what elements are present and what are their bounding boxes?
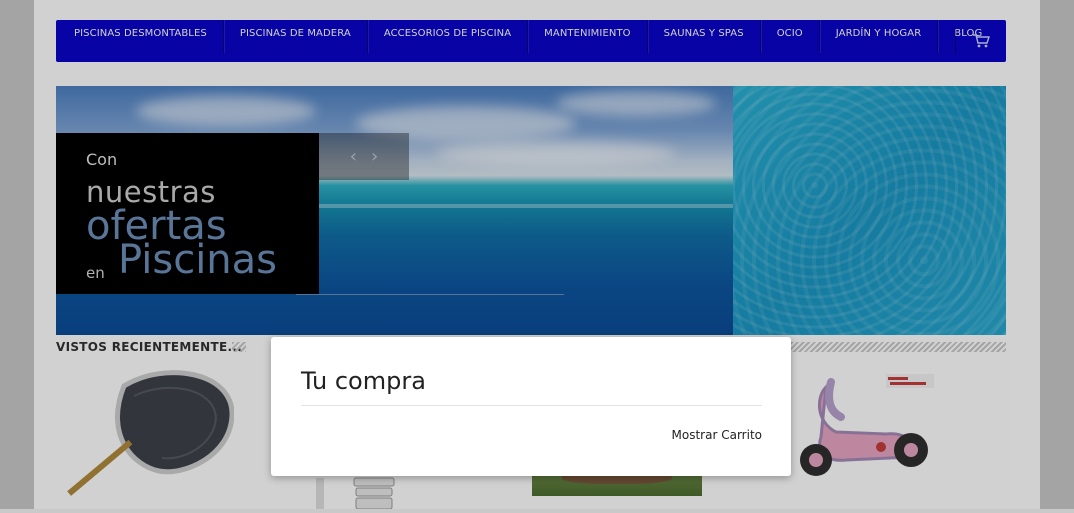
- show-cart-link[interactable]: Mostrar Carrito: [672, 428, 762, 442]
- cart-modal: Tu compra Mostrar Carrito: [271, 337, 791, 476]
- modal-divider: [301, 405, 762, 406]
- modal-title: Tu compra: [301, 367, 426, 395]
